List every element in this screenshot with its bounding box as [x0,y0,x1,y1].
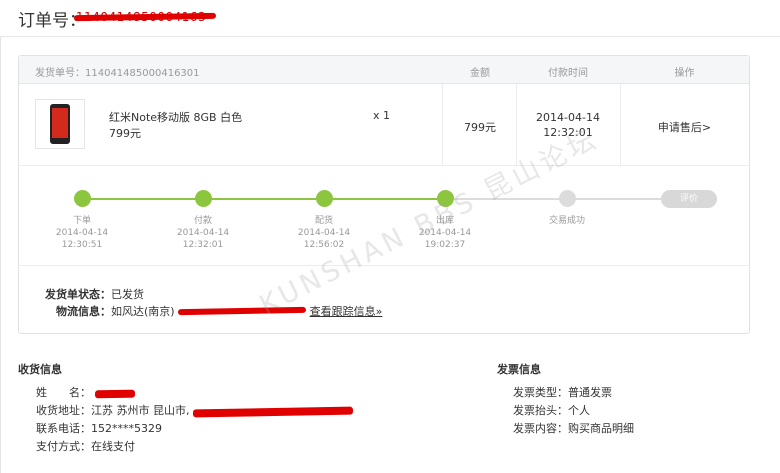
product-quantity: x 1 [373,109,391,122]
receiver-info: 姓 名： 收货地址：江苏 苏州市 昆山市, 联系电话：152****5329 支… [36,384,354,456]
receiver-address-label: 收货地址： [36,404,91,417]
invoice-content-label: 发票内容： [513,422,568,435]
receiver-address-prefix: 江苏 苏州市 昆山市, [91,404,190,417]
item-amount: 799元 [464,121,496,134]
receiver-name-redacted [94,387,135,399]
receiver-name-label: 姓 名： [36,386,91,399]
shipment-card-header: 发货单号：1140414850004163​01 金额 付款时间 操作 [19,56,749,84]
product-price: 799元 [109,127,141,140]
column-header-amount: 金额 [470,68,490,79]
order-header: 订单号： 1140414850004163 [0,0,780,37]
order-number-redacted: 1140414850004163 [73,10,217,24]
shipment-status: 发货单状态：已发货 物流信息：如风达(南京) 查看跟踪信息» [41,286,382,320]
tracking-info-link[interactable]: 查看跟踪信息» [310,305,383,318]
payment-method: 在线支付 [91,440,135,453]
invoice-info: 发票类型：普通发票 发票抬头：个人 发票内容：购买商品明细 [513,384,634,438]
product-thumbnail[interactable] [35,99,85,149]
shipment-status-label: 发货单状态： [45,288,111,301]
step-order: 下单 2014-04-14 12:30:51 [55,216,109,250]
receiver-phone-label: 联系电话： [36,422,91,435]
shipment-card: 发货单号：1140414850004163​01 金额 付款时间 操作 红米No… [18,55,750,334]
order-item-row: 红米Note移动版 8GB 白色 799元 x 1 799元 2014-04-1… [19,84,749,166]
logistics-carrier: 如风达(南京) [111,305,175,318]
review-button[interactable]: 评价 [661,190,717,208]
column-header-operation: 操作 [674,68,695,79]
left-border [0,37,5,473]
receiver-phone: 152****5329 [91,422,162,435]
logistics-label: 物流信息： [56,305,111,318]
receiver-address-redacted [192,405,354,418]
redaction-mark [192,406,354,418]
after-sale-link[interactable]: 申请售后> [620,119,749,135]
invoice-type-label: 发票类型： [513,386,568,399]
step-dot-order [74,190,91,207]
product-name[interactable]: 红米Note移动版 8GB 白色 [109,109,242,125]
invoice-section-title: 发票信息 [497,363,541,376]
shipment-status-value: 已发货 [111,288,144,301]
step-payment: 付款 2014-04-14 12:32:01 [176,216,230,250]
progress-track-done [82,198,446,200]
column-header-pay-time: 付款时间 [548,68,588,79]
receiver-section-title: 收货信息 [18,363,62,376]
invoice-type: 普通发票 [568,386,612,399]
step-dot-complete [559,190,576,207]
step-dot-payment [195,190,212,207]
step-complete: 交易成功 [548,216,585,226]
invoice-header: 个人 [568,404,590,417]
shipment-number: 发货单号：1140414850004163​01 [35,68,200,79]
invoice-header-label: 发票抬头： [513,404,568,417]
step-dot-picking [316,190,333,207]
phone-image [50,104,70,144]
payment-method-label: 支付方式： [36,440,91,453]
redaction-mark [94,389,135,399]
invoice-content: 购买商品明细 [568,422,634,435]
